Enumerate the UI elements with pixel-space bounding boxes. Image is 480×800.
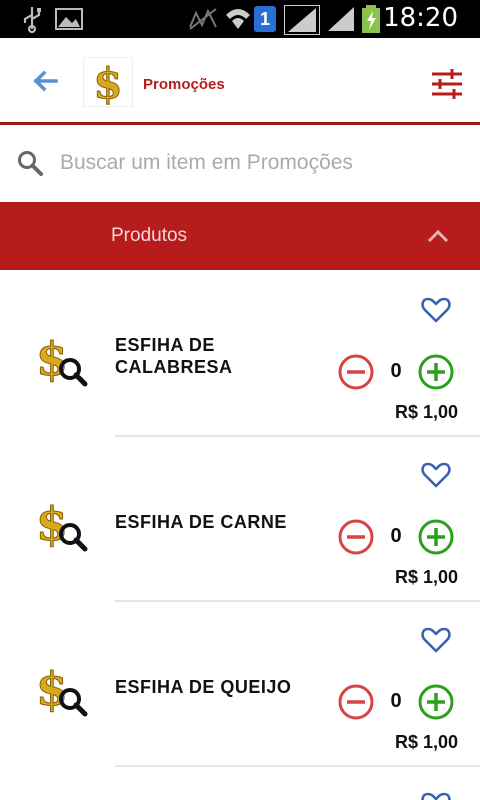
- product-price: R$ 1,00: [394, 567, 458, 587]
- product-row[interactable]: $ ESFIHA DE CARNE 0 R$ 1,00: [0, 437, 480, 602]
- quantity-value: 0: [390, 525, 402, 547]
- signal-strength-icon: [284, 5, 320, 35]
- product-row[interactable]: [0, 767, 480, 800]
- minus-circle-icon[interactable]: [337, 683, 375, 721]
- product-price: R$ 1,00: [394, 732, 458, 752]
- signal-strength-2-icon: [328, 7, 354, 31]
- product-name: ESFIHA DE CALABRESA: [115, 335, 233, 377]
- search-input[interactable]: [60, 145, 460, 181]
- status-bar: 1 18:20: [0, 0, 480, 38]
- heart-outline-icon[interactable]: [421, 296, 451, 324]
- search-icon: [18, 151, 43, 176]
- quantity-value: 0: [390, 690, 402, 712]
- dollar-magnifier-icon: $: [35, 497, 88, 552]
- product-name: ESFIHA DE QUEIJO: [115, 677, 292, 697]
- app-bar: [0, 38, 480, 125]
- svg-text:$: $: [93, 59, 122, 106]
- product-price: R$ 1,00: [394, 402, 458, 422]
- chevron-up-icon[interactable]: [424, 222, 452, 250]
- heart-outline-icon[interactable]: [421, 461, 451, 489]
- page-title: Promoções: [143, 76, 225, 93]
- battery-charging-icon: [362, 5, 380, 33]
- wifi-icon: [226, 9, 250, 29]
- usb-icon: [23, 7, 41, 33]
- dollar-magnifier-icon: $: [35, 662, 88, 717]
- store-logo: $: [84, 58, 132, 106]
- heart-outline-icon[interactable]: [421, 791, 451, 800]
- plus-circle-icon[interactable]: [417, 353, 455, 391]
- svg-text:$: $: [36, 497, 68, 551]
- quantity-value: 0: [390, 360, 402, 382]
- product-row[interactable]: $ ESFIHA DE QUEIJO 0 R$ 1,00: [0, 602, 480, 767]
- signal-muted-icon: [189, 8, 217, 30]
- product-name: ESFIHA DE CARNE: [115, 512, 287, 532]
- plus-circle-icon[interactable]: [417, 518, 455, 556]
- sim-badge: 1: [254, 6, 276, 32]
- gallery-icon: [55, 8, 83, 30]
- minus-circle-icon[interactable]: [337, 518, 375, 556]
- minus-circle-icon[interactable]: [337, 353, 375, 391]
- sliders-icon[interactable]: [430, 68, 464, 100]
- plus-circle-icon[interactable]: [417, 683, 455, 721]
- heart-outline-icon[interactable]: [421, 626, 451, 654]
- product-row[interactable]: $ ESFIHA DE CALABRESA 0 R$ 1,00: [0, 272, 480, 437]
- svg-text:$: $: [36, 662, 68, 716]
- dollar-magnifier-icon: $: [35, 332, 88, 387]
- search-bar: [0, 125, 480, 200]
- section-title: Produtos: [111, 225, 188, 246]
- status-time: 18:20: [383, 3, 458, 33]
- section-header[interactable]: Produtos: [0, 202, 480, 270]
- svg-text:$: $: [36, 332, 68, 386]
- back-arrow-icon[interactable]: [28, 64, 62, 98]
